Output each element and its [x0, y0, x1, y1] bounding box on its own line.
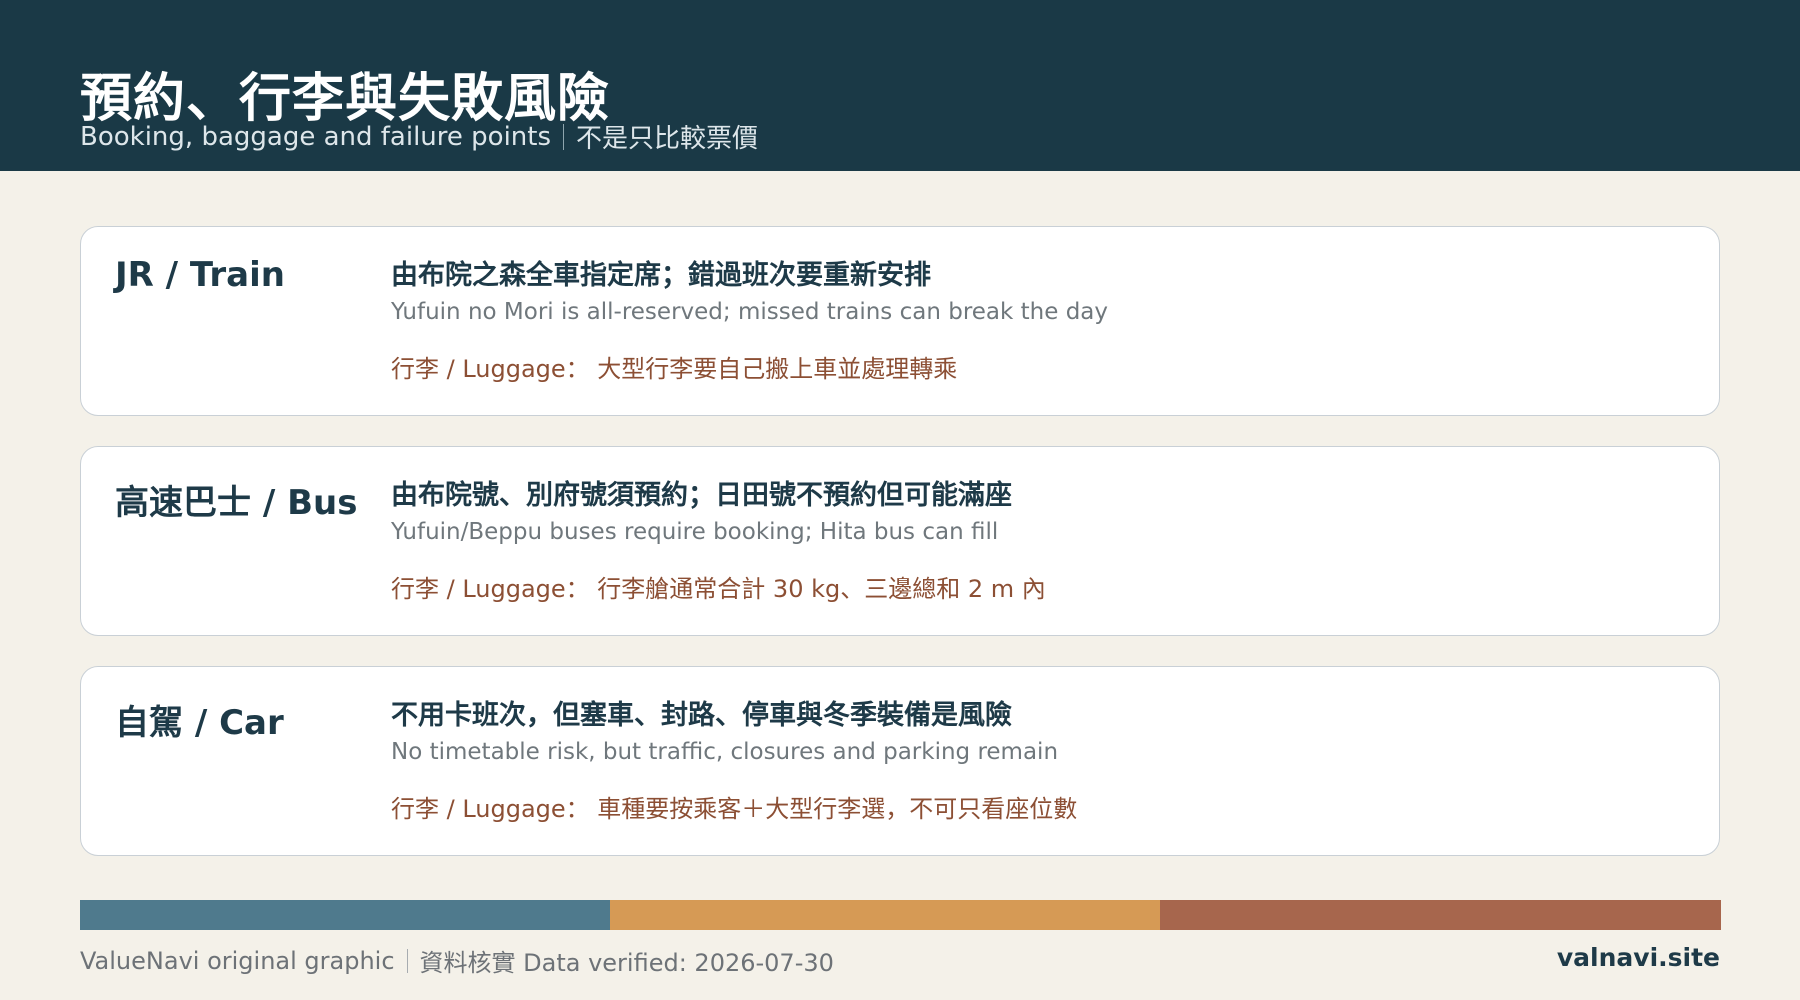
- footer-credit-text: ValueNavi original graphic: [80, 946, 395, 975]
- card-train: JR / Train 由布院之森全車指定席；錯過班次要重新安排 Yufuin n…: [80, 226, 1720, 416]
- card-description: Yufuin no Mori is all-reserved; missed t…: [391, 299, 1109, 325]
- page-subtitle: Booking, baggage and failure points 不是只比…: [80, 118, 758, 155]
- footer-divider: [406, 948, 408, 973]
- color-stripe-segment-blue: [80, 900, 610, 930]
- footer-credit: ValueNavi original graphic 資料核實 Data ver…: [80, 943, 834, 978]
- card-car: 自駕 / Car 不用卡班次，但塞車、封路、停車與冬季裝備是風險 No time…: [80, 666, 1720, 856]
- card-luggage-note: 行李 / Luggage： 車種要按乘客＋大型行李選，不可只看座位數: [391, 795, 1078, 823]
- card-headline: 由布院號、別府號須預約；日田號不預約但可能滿座: [391, 480, 1012, 511]
- card-description: Yufuin/Beppu buses require booking; Hita…: [391, 519, 999, 545]
- color-stripe-segment-brown: [1160, 900, 1721, 930]
- card-headline: 不用卡班次，但塞車、封路、停車與冬季裝備是風險: [391, 700, 1012, 731]
- footer-verified-date: 資料核實 Data verified: 2026-07-30: [419, 949, 834, 977]
- subtitle-english: Booking, baggage and failure points: [80, 121, 552, 152]
- card-mode-label: 高速巴士 / Bus: [115, 483, 358, 523]
- color-stripe-segment-orange: [610, 900, 1160, 930]
- footer-site-link[interactable]: valnavi.site: [1557, 943, 1720, 972]
- card-description: No timetable risk, but traffic, closures…: [391, 739, 1059, 765]
- card-mode-label: 自駕 / Car: [115, 703, 284, 743]
- card-headline: 由布院之森全車指定席；錯過班次要重新安排: [391, 260, 931, 291]
- subtitle-divider: [563, 123, 565, 150]
- card-luggage-note: 行李 / Luggage： 大型行李要自己搬上車並處理轉乘: [391, 355, 958, 383]
- subtitle-chinese: 不是只比較票價: [576, 124, 759, 154]
- card-luggage-note: 行李 / Luggage： 行李艙通常合計 30 kg、三邊總和 2 m 內: [391, 575, 1046, 603]
- card-mode-label: JR / Train: [115, 255, 285, 295]
- header-banner: 預約、行李與失敗風險 Booking, baggage and failure …: [0, 0, 1800, 171]
- card-bus: 高速巴士 / Bus 由布院號、別府號須預約；日田號不預約但可能滿座 Yufui…: [80, 446, 1720, 636]
- color-stripe: [80, 900, 1721, 930]
